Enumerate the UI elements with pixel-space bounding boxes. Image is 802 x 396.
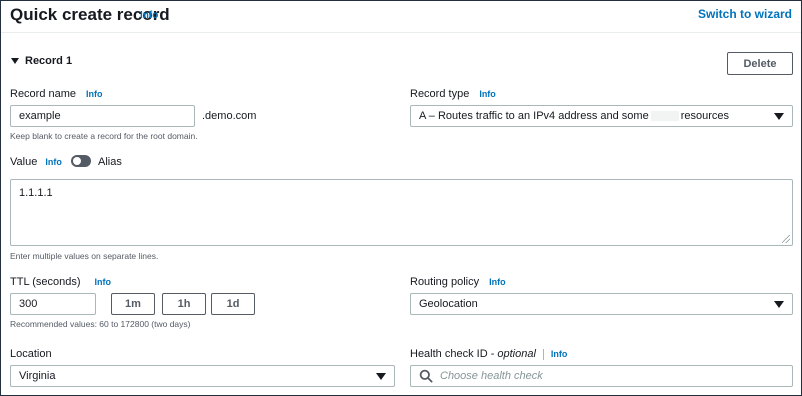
ttl-1d-button[interactable]: 1d [211,293,255,315]
record-name-label-row: Record name Info [10,88,103,100]
location-select[interactable]: Virginia [10,365,395,387]
location-value: Virginia [19,370,56,382]
ttl-label-row: TTL (seconds) Info [10,276,111,288]
health-check-info-link[interactable]: Info [551,349,568,359]
quick-create-record-panel: Quick create record Info Switch to wizar… [0,0,802,396]
record-name-hint: Keep blank to create a record for the ro… [10,131,198,141]
record-1-toggle[interactable]: Record 1 [11,55,72,67]
location-label: Location [10,348,52,360]
toggle-knob [73,157,81,165]
resize-handle-icon[interactable] [782,235,790,243]
record-name-label: Record name [10,88,77,100]
record-name-input[interactable]: example [10,105,195,127]
record-name-info-link[interactable]: Info [86,89,103,99]
health-check-label: Health check ID - [410,348,495,360]
title-info-link[interactable]: Info [140,10,158,21]
alias-label: Alias [98,156,122,168]
record-heading: Record 1 [25,55,73,67]
value-label: Value [10,156,38,168]
caret-down-icon [11,58,19,64]
dropdown-arrow-icon [774,112,784,120]
search-icon [419,369,433,383]
ttl-1m-button[interactable]: 1m [111,293,155,315]
redacted-text [650,111,679,122]
value-label-row: Value Info [10,156,62,168]
ttl-value: 300 [19,298,38,310]
health-check-label-row: Health check ID - optional Info [410,348,567,360]
routing-policy-label: Routing policy [410,276,480,288]
ttl-input[interactable]: 300 [10,293,96,315]
value-textarea[interactable]: 1.1.1.1 [10,179,793,246]
routing-policy-info-link[interactable]: Info [489,277,506,287]
record-type-label: Record type [410,88,470,100]
value-hint: Enter multiple values on separate lines. [10,251,159,261]
health-check-placeholder: Choose health check [440,370,543,382]
value-content: 1.1.1.1 [19,187,53,199]
dropdown-arrow-icon [376,372,386,380]
alias-toggle[interactable] [71,155,91,167]
ttl-label: TTL (seconds) [10,276,81,288]
record-type-label-row: Record type Info [410,88,496,100]
health-check-input[interactable]: Choose health check [410,365,793,387]
record-type-select[interactable]: A – Routes traffic to an IPv4 address an… [410,105,793,127]
ttl-1h-button[interactable]: 1h [162,293,206,315]
delete-button[interactable]: Delete [727,52,793,75]
routing-policy-select[interactable]: Geolocation [410,293,793,315]
routing-policy-value: Geolocation [419,298,478,310]
switch-to-wizard-link[interactable]: Switch to wizard [698,7,792,21]
dropdown-arrow-icon [774,300,784,308]
record-type-value-text-1: A – Routes traffic to an IPv4 address an… [419,110,649,122]
ttl-hint: Recommended values: 60 to 172800 (two da… [10,319,191,329]
record-type-value-text-2: resources [680,110,730,122]
ttl-info-link[interactable]: Info [95,277,112,287]
location-label-row: Location [10,348,52,360]
panel-header: Quick create record Info Switch to wizar… [1,1,801,33]
record-type-info-link[interactable]: Info [479,89,496,99]
label-separator [542,348,544,360]
record-type-value: A – Routes traffic to an IPv4 address an… [419,110,729,122]
routing-policy-label-row: Routing policy Info [410,276,506,288]
record-name-value: example [19,110,61,122]
health-check-optional: optional [497,348,536,360]
domain-suffix: .demo.com [202,110,257,122]
value-info-link[interactable]: Info [45,157,62,167]
